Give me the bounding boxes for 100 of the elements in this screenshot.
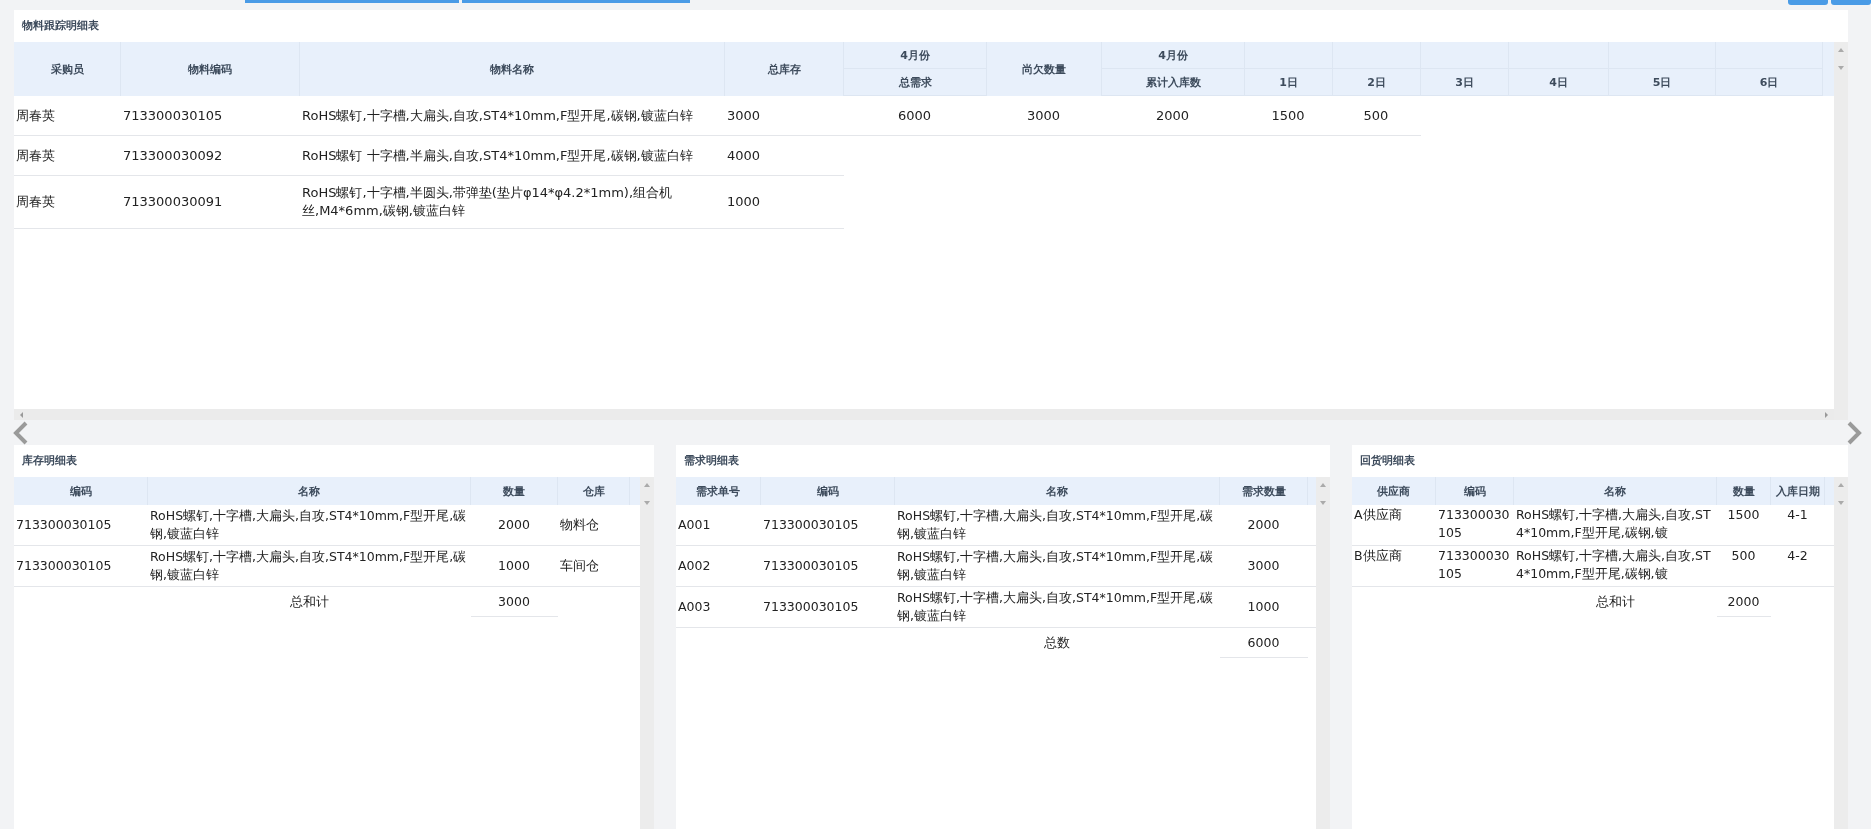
- table-cell: 3000: [727, 106, 761, 125]
- scroll-up-icon[interactable]: [1837, 46, 1845, 54]
- column-header: 编码: [1436, 477, 1514, 505]
- table-cell: A003: [678, 598, 711, 616]
- column-group-header: 4月份: [1102, 42, 1245, 69]
- vertical-scrollbar[interactable]: [1316, 477, 1330, 829]
- table-cell: 3000: [1247, 557, 1280, 575]
- button[interactable]: [1788, 0, 1828, 5]
- total-label: 总和计: [1595, 593, 1635, 611]
- column-header: 名称: [895, 477, 1220, 505]
- scroll-left-icon[interactable]: [18, 410, 26, 419]
- table-cell-text: RoHS螺钉,十字槽,半圆头,带弹垫(垫片φ14*φ4.2*1mm),组合机丝,M4*6mm,碳钢,镀蓝白锌: [302, 184, 674, 220]
- table-cell: 713300030105: [763, 516, 859, 534]
- table-cell: 2000: [1727, 592, 1760, 611]
- table-cell: 2000: [1155, 106, 1190, 125]
- scroll-down-icon[interactable]: [1837, 499, 1845, 507]
- column-header: 物料名称: [300, 42, 725, 96]
- column-header: 需求数量: [1220, 477, 1308, 505]
- table-cell: RoHS螺钉 十字槽,半扁头,自攻,ST4*10mm,F型开尾,碳钢,镀蓝白锌: [302, 146, 693, 165]
- scroll-up-icon[interactable]: [1319, 481, 1327, 489]
- column-header: 采购员: [14, 42, 121, 96]
- table-cell: 713300030105: [123, 106, 223, 125]
- scroll-up-icon[interactable]: [1837, 481, 1845, 489]
- table-cell: B供应商: [1354, 547, 1402, 565]
- table-cell: 6000: [897, 106, 932, 125]
- table-cell: 1000: [727, 193, 761, 211]
- table-cell: 物料仓: [560, 516, 599, 534]
- table-cell: 6000: [1247, 633, 1280, 652]
- table-cell: 周春英: [16, 146, 55, 165]
- column-header: 总库存: [725, 42, 844, 96]
- column-header: 3日: [1421, 69, 1509, 96]
- button[interactable]: [1831, 0, 1871, 5]
- column-header: 仓库: [558, 477, 630, 505]
- table-cell-text: RoHS螺钉,十字槽,大扁头,自攻,ST4*10mm,F型开尾,碳钢,镀蓝白锌: [897, 548, 1215, 584]
- table-cell-text: RoHS螺钉,十字槽,大扁头,自攻,ST4*10mm,F型开尾,碳钢,镀蓝白锌: [897, 507, 1215, 543]
- column-header: 物料编码: [121, 42, 300, 96]
- column-header: 需求单号: [676, 477, 761, 505]
- table-cell: 2000: [1247, 516, 1280, 534]
- column-header: 总需求: [844, 69, 987, 96]
- column-header: 2日: [1333, 69, 1421, 96]
- column-header: 供应商: [1352, 477, 1436, 505]
- column-header: 名称: [148, 477, 471, 505]
- table-cell: RoHS螺钉,十字槽,大扁头,自攻,ST4*10mm,F型开尾,碳钢,镀蓝白锌: [150, 507, 468, 543]
- table-cell: 713300030105: [763, 557, 859, 575]
- table-cell: 2000: [498, 516, 530, 534]
- total-label: 总数: [1044, 634, 1070, 652]
- tab[interactable]: [245, 0, 459, 3]
- scroll-down-icon[interactable]: [643, 499, 651, 507]
- column-header: 1日: [1245, 69, 1333, 96]
- column-header: 数量: [1717, 477, 1771, 505]
- table-cell: 713300030105: [16, 516, 112, 534]
- table-cell: 4-1: [1787, 506, 1808, 524]
- table-cell: 周春英: [16, 193, 55, 211]
- scroll-down-icon[interactable]: [1837, 64, 1845, 72]
- table-cell: 500: [1363, 106, 1389, 125]
- table-cell: 713300030105: [1438, 547, 1511, 583]
- scroll-down-icon[interactable]: [1319, 499, 1327, 507]
- column-group-header: 4月份: [844, 42, 987, 69]
- table-cell: 周春英: [16, 106, 55, 125]
- total-label: 总和计: [289, 593, 329, 611]
- column-header: 5日: [1609, 69, 1716, 96]
- column-header: 编码: [14, 477, 148, 505]
- table-cell-text: RoHS螺钉,十字槽,大扁头,自攻,ST4*10mm,F型开尾,碳钢,镀蓝白锌: [897, 589, 1215, 625]
- table-cell: 4000: [727, 146, 761, 165]
- table-cell: 1000: [1247, 598, 1280, 616]
- table-cell: A002: [678, 557, 711, 575]
- column-header: 编码: [761, 477, 895, 505]
- column-header: 6日: [1716, 69, 1823, 96]
- column-header: 入库日期: [1771, 477, 1825, 505]
- vertical-scrollbar[interactable]: [1834, 477, 1848, 829]
- table-cell: 1500: [1271, 106, 1305, 125]
- table-cell-text: RoHS螺钉,十字槽,大扁头,自攻,ST4*10mm,F型开尾,碳钢,镀: [1516, 506, 1712, 542]
- table-cell: 3000: [498, 592, 530, 611]
- column-header: 尚欠数量: [987, 42, 1102, 96]
- table-cell: A001: [678, 516, 711, 534]
- table-cell: 713300030091: [123, 193, 223, 211]
- scroll-right-icon[interactable]: [1822, 410, 1830, 419]
- table-cell: 1000: [498, 557, 530, 575]
- column-header: 名称: [1514, 477, 1717, 505]
- table-cell: 713300030105: [16, 557, 112, 575]
- table-cell: RoHS螺钉,十字槽,大扁头,自攻,ST4*10mm,F型开尾,碳钢,镀蓝白锌: [302, 106, 693, 125]
- table-cell-text: RoHS螺钉,十字槽,大扁头,自攻,ST4*10mm,F型开尾,碳钢,镀: [1516, 547, 1712, 583]
- table-cell: 4-2: [1787, 547, 1808, 565]
- tab[interactable]: [462, 0, 690, 3]
- column-header: 数量: [471, 477, 558, 505]
- horizontal-scrollbar[interactable]: [14, 409, 1834, 420]
- table-cell: 车间仓: [560, 557, 599, 575]
- table-cell: 713300030105: [1438, 506, 1511, 542]
- table-cell: A供应商: [1354, 506, 1402, 524]
- vertical-scrollbar[interactable]: [1834, 42, 1848, 420]
- table-cell: 500: [1731, 547, 1756, 565]
- vertical-scrollbar[interactable]: [640, 477, 654, 829]
- table-cell: 1500: [1727, 506, 1760, 524]
- table-cell: 3000: [1026, 106, 1061, 125]
- table-cell: 713300030092: [123, 146, 223, 165]
- column-header: 累计入库数: [1102, 69, 1245, 96]
- table-cell: 713300030105: [763, 598, 859, 616]
- column-header: 4日: [1509, 69, 1609, 96]
- table-cell: RoHS螺钉,十字槽,大扁头,自攻,ST4*10mm,F型开尾,碳钢,镀蓝白锌: [150, 548, 468, 584]
- scroll-up-icon[interactable]: [643, 481, 651, 489]
